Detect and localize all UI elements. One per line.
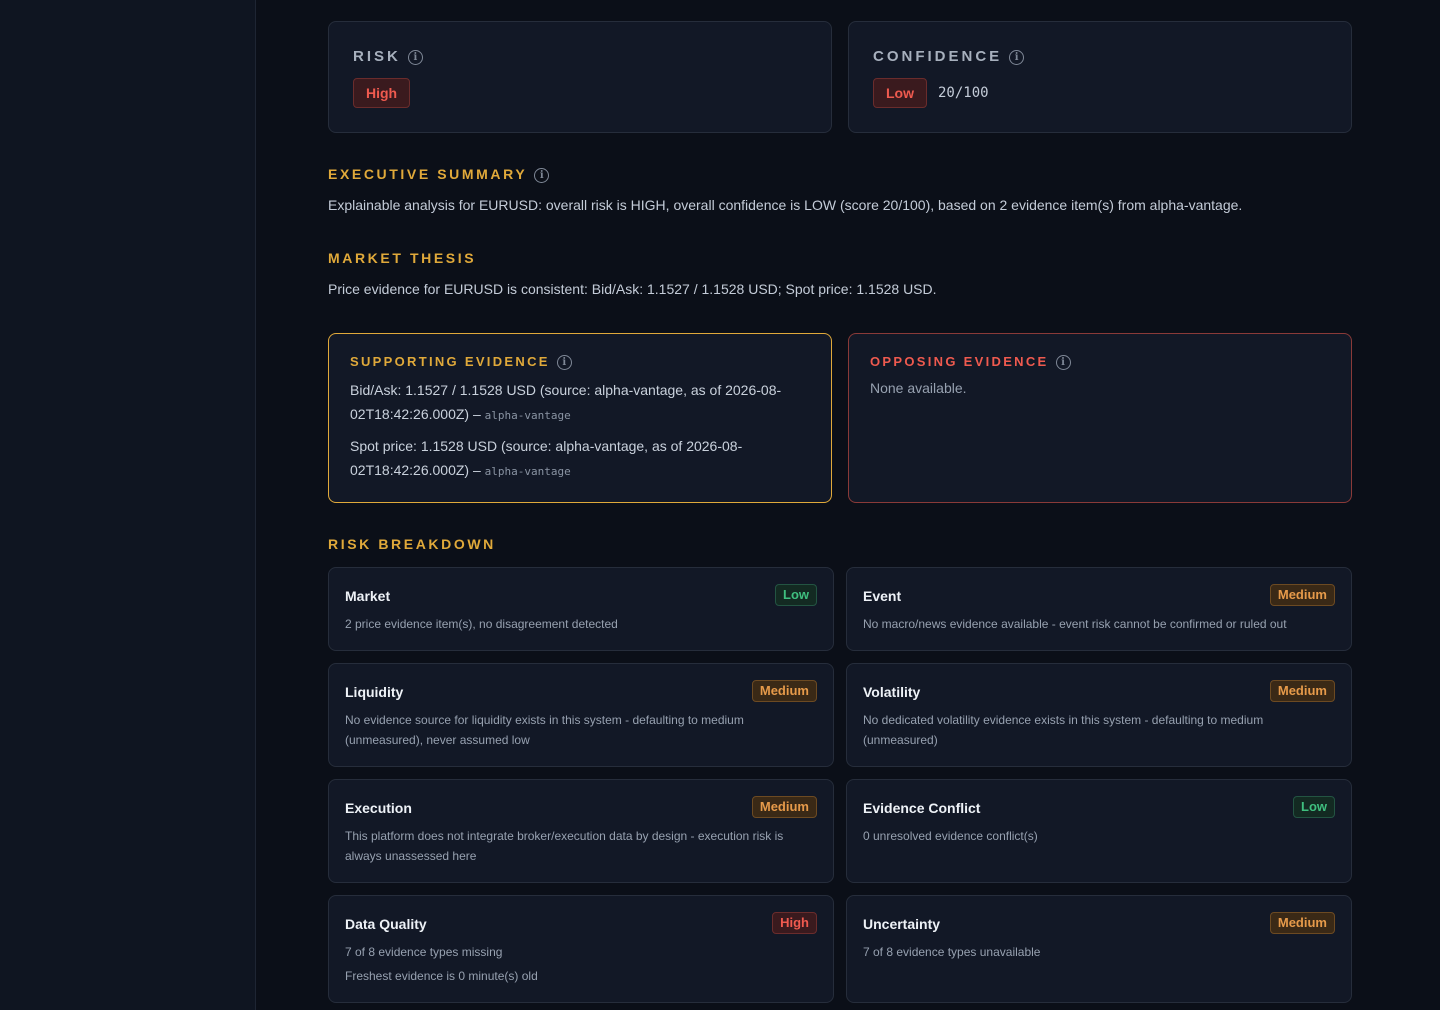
risk-breakdown-card-execution: Execution Medium This platform does not … xyxy=(328,779,834,883)
risk-level-badge: Medium xyxy=(751,796,817,818)
supporting-evidence-title-text: SUPPORTING EVIDENCE xyxy=(350,354,550,369)
risk-breakdown-title: RISK BREAKDOWN xyxy=(328,536,496,552)
market-thesis-title: MARKET THESIS xyxy=(328,250,477,266)
sidebar xyxy=(0,0,256,1010)
risk-breakdown-card-data-quality: Data Quality High 7 of 8 evidence types … xyxy=(328,895,834,1003)
risk-factor-description: This platform does not integrate broker/… xyxy=(345,829,784,863)
risk-factor-description: 7 of 8 evidence types missing xyxy=(345,945,503,959)
risk-factor-description: 7 of 8 evidence types unavailable xyxy=(863,945,1041,959)
risk-factor-detail: Freshest evidence is 0 minute(s) old xyxy=(345,969,538,983)
evidence-source: alpha-vantage xyxy=(484,409,571,422)
evidence-item: Spot price: 1.1528 USD (source: alpha-va… xyxy=(350,434,810,484)
confidence-card: CONFIDENCE i Low 20/100 xyxy=(848,21,1352,133)
risk-breakdown-card-evidence-conflict: Evidence Conflict Low 0 unresolved evide… xyxy=(846,779,1352,883)
risk-level-badge: Low xyxy=(1293,796,1335,818)
info-icon[interactable]: i xyxy=(1009,49,1025,65)
supporting-evidence-card: SUPPORTING EVIDENCE i Bid/Ask: 1.1527 / 1… xyxy=(328,333,832,503)
confidence-level-badge: Low xyxy=(873,78,927,108)
risk-level-badge: High xyxy=(353,78,411,108)
opposing-evidence-title-text: OPPOSING EVIDENCE xyxy=(870,354,1049,369)
risk-breakdown-card-volatility: Volatility Medium No dedicated volatilit… xyxy=(846,663,1352,767)
info-icon[interactable]: i xyxy=(1055,355,1071,371)
confidence-level-row: Low 20/100 xyxy=(873,78,989,108)
risk-factor-name: Event xyxy=(863,588,902,604)
info-icon[interactable]: i xyxy=(534,167,550,183)
risk-breakdown-card-uncertainty: Uncertainty Medium 7 of 8 evidence types… xyxy=(846,895,1352,1003)
main-content: RISK i High CONFIDENCE i Low 20/100 EXECUT… xyxy=(328,0,1352,1010)
opposing-evidence-card: OPPOSING EVIDENCE i None available. xyxy=(848,333,1352,503)
risk-label-row: RISK i xyxy=(353,48,423,65)
risk-factor-name: Volatility xyxy=(863,684,921,700)
risk-factor-description: No macro/news evidence available - event… xyxy=(863,617,1287,631)
confidence-label-row: CONFIDENCE i xyxy=(873,48,1025,65)
opposing-evidence-title: OPPOSING EVIDENCE i xyxy=(870,354,1071,371)
risk-level-row: High xyxy=(353,78,411,108)
risk-factor-name: Evidence Conflict xyxy=(863,800,981,816)
risk-factor-name: Uncertainty xyxy=(863,916,941,932)
risk-factor-name: Liquidity xyxy=(345,684,404,700)
risk-level-badge: High xyxy=(772,912,817,934)
risk-factor-description: No dedicated volatility evidence exists … xyxy=(863,713,1264,747)
risk-level-badge: Medium xyxy=(1269,912,1335,934)
risk-breakdown-card-liquidity: Liquidity Medium No evidence source for … xyxy=(328,663,834,767)
info-icon[interactable]: i xyxy=(556,355,572,371)
risk-factor-description: No evidence source for liquidity exists … xyxy=(345,713,744,747)
confidence-label: CONFIDENCE xyxy=(873,48,1003,65)
risk-breakdown-card-market: Market Low 2 price evidence item(s), no … xyxy=(328,567,834,651)
executive-summary-title: EXECUTIVE SUMMARY i xyxy=(328,166,550,183)
risk-factor-description: 0 unresolved evidence conflict(s) xyxy=(863,829,1038,843)
evidence-item: Bid/Ask: 1.1527 / 1.1528 USD (source: al… xyxy=(350,378,810,428)
risk-level-badge: Medium xyxy=(751,680,817,702)
risk-factor-description: 2 price evidence item(s), no disagreemen… xyxy=(345,617,618,631)
market-thesis-text: Price evidence for EURUSD is consistent:… xyxy=(328,281,937,297)
risk-label: RISK xyxy=(353,48,401,65)
confidence-score: 20/100 xyxy=(938,85,989,101)
risk-breakdown-card-event: Event Medium No macro/news evidence avai… xyxy=(846,567,1352,651)
opposing-evidence-empty: None available. xyxy=(870,380,967,396)
info-icon[interactable]: i xyxy=(407,49,423,65)
executive-summary-text: Explainable analysis for EURUSD: overall… xyxy=(328,197,1243,213)
risk-level-badge: Medium xyxy=(1269,584,1335,606)
risk-factor-name: Data Quality xyxy=(345,916,427,932)
evidence-source: alpha-vantage xyxy=(484,465,571,478)
risk-factor-name: Execution xyxy=(345,800,412,816)
risk-level-badge: Medium xyxy=(1269,680,1335,702)
risk-card: RISK i High xyxy=(328,21,832,133)
risk-level-badge: Low xyxy=(775,584,817,606)
risk-factor-name: Market xyxy=(345,588,391,604)
supporting-evidence-title: SUPPORTING EVIDENCE i xyxy=(350,354,572,371)
executive-summary-title-text: EXECUTIVE SUMMARY xyxy=(328,166,528,182)
